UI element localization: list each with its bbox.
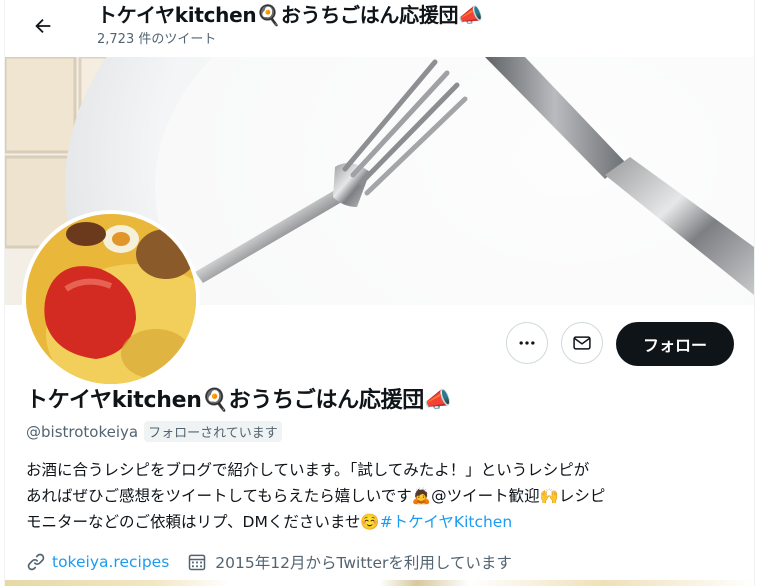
handle-row: @bistrotokeiya フォローされています <box>26 421 282 442</box>
profile-name: トケイヤkitchen🍳おうちごはん応援団📣 <box>26 388 452 413</box>
arrow-left-icon <box>35 18 51 34</box>
profile-meta: tokeiya.recipes 2015年12月からTwitterを利用していま… <box>26 551 512 573</box>
more-button[interactable] <box>506 322 548 364</box>
top-bar: トケイヤkitchen🍳おうちごはん応援団📣 2,723 件のツイート <box>5 0 754 56</box>
tweet-count: 2,723 件のツイート <box>97 32 217 47</box>
follow-button[interactable]: フォロー <box>616 322 734 366</box>
bio-line: あればぜひご感想をツイートしてもらえたら嬉しいです🙇@ツイート歓迎🙌レシピ <box>26 487 606 505</box>
website-link[interactable]: tokeiya.recipes <box>52 553 169 571</box>
bio-hashtag-link[interactable]: #トケイヤKitchen <box>380 513 512 531</box>
header-title: トケイヤkitchen🍳おうちごはん応援団📣 <box>97 3 483 27</box>
avatar-image <box>26 214 196 384</box>
link-icon <box>27 553 45 571</box>
profile-page: トケイヤkitchen🍳おうちごはん応援団📣 2,723 件のツイート フォロー… <box>4 0 755 586</box>
follows-you-badge: フォローされています <box>144 421 282 442</box>
content-strip <box>5 580 754 586</box>
avatar[interactable] <box>22 210 200 388</box>
more-dots-icon <box>519 341 535 345</box>
bio-line: お酒に合うレシピをブログで紹介しています。「試してみたよ！」というレシピが <box>26 461 590 479</box>
profile-bio: お酒に合うレシピをブログで紹介しています。「試してみたよ！」というレシピが あれ… <box>26 457 736 535</box>
bio-line: モニターなどのご依頼はリプ、DMくださいませ☺️ <box>26 513 380 531</box>
joined-date: 2015年12月からTwitterを利用しています <box>215 554 512 572</box>
calendar-icon <box>189 554 206 571</box>
profile-handle: @bistrotokeiya <box>26 422 139 441</box>
message-button[interactable] <box>561 322 603 364</box>
envelope-icon <box>573 336 591 350</box>
back-button[interactable] <box>25 8 61 44</box>
